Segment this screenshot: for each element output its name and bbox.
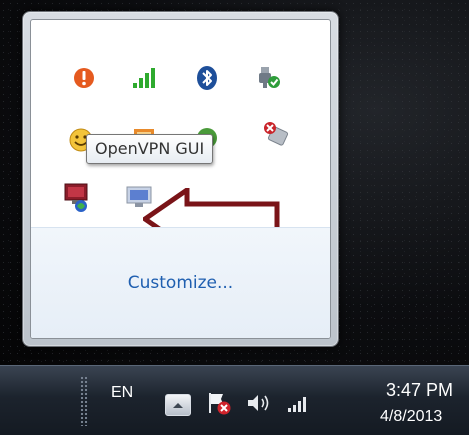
tray-icon-grid bbox=[31, 20, 330, 250]
taskbar-grip[interactable] bbox=[80, 376, 88, 426]
show-hidden-icons-button[interactable] bbox=[165, 394, 191, 416]
action-center-flag-icon[interactable] bbox=[206, 390, 232, 416]
chevron-up-icon bbox=[173, 403, 183, 408]
notification-overflow-popup: Customize... bbox=[22, 11, 339, 347]
language-indicator[interactable]: EN bbox=[111, 384, 133, 402]
tooltip: OpenVPN GUI bbox=[86, 134, 214, 164]
signal-strength-icon[interactable] bbox=[126, 60, 162, 96]
openvpn-gui-icon[interactable] bbox=[59, 180, 95, 216]
popup-footer: Customize... bbox=[31, 227, 330, 338]
taskbar: EN 3:47 PM 4/8/2013 bbox=[0, 365, 469, 435]
clock-date[interactable]: 4/8/2013 bbox=[380, 408, 442, 426]
disconnected-drive-icon[interactable] bbox=[257, 116, 293, 152]
warning-icon[interactable] bbox=[66, 60, 102, 96]
volume-icon[interactable] bbox=[246, 392, 272, 414]
usb-safely-remove-icon[interactable] bbox=[251, 60, 287, 96]
customize-link[interactable]: Customize... bbox=[128, 273, 233, 293]
network-signal-icon[interactable] bbox=[286, 392, 312, 414]
bluetooth-icon[interactable] bbox=[189, 60, 225, 96]
clock-time[interactable]: 3:47 PM bbox=[386, 380, 453, 401]
popup-content: Customize... bbox=[30, 19, 331, 339]
